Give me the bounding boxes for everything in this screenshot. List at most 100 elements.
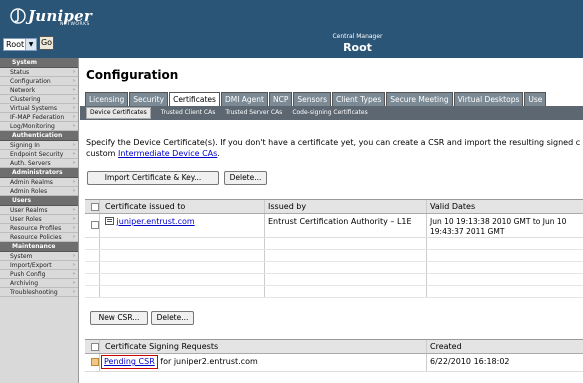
select-all-checkbox[interactable] <box>91 203 99 211</box>
sidebar-item-label: Archiving <box>10 280 39 287</box>
pending-csr-link[interactable]: Pending CSR <box>104 357 155 366</box>
tab-dmi-agent[interactable]: DMI Agent <box>220 92 268 106</box>
chevron-right-icon: › <box>73 216 75 222</box>
sidebar-item-label: Status <box>10 69 30 76</box>
sidebar-item-resource-policies[interactable]: Resource Policies › <box>0 233 78 242</box>
chevron-right-icon: › <box>73 280 75 286</box>
sidebar-section-users: Users <box>0 196 78 206</box>
sidebar-item-signing-in[interactable]: Signing In › <box>0 141 78 150</box>
sidebar-item-configuration[interactable]: Configuration › <box>0 77 78 86</box>
sidebar-item-admin-roles[interactable]: Admin Roles › <box>0 187 78 196</box>
pending-csr-text: for juniper2.entrust.com <box>157 357 258 366</box>
tab-security[interactable]: Security <box>129 92 169 106</box>
subtab-bar: Device Certificates Trusted Client CAs Tru… <box>80 106 583 120</box>
sidebar-section-system: System <box>0 58 78 68</box>
sidebar-item-label: User Roles <box>10 216 42 223</box>
sidebar-item-label: Push Config <box>10 271 46 278</box>
sidebar-item-archiving[interactable]: Archiving › <box>0 279 78 288</box>
juniper-logo-icon <box>10 8 26 24</box>
sidebar-item-label: Configuration <box>10 78 51 85</box>
device-certificates-table: Certificate issued to Issued by Valid Da… <box>85 199 583 304</box>
tab-certificates[interactable]: Certificates <box>169 92 220 106</box>
delete-csr-button[interactable]: Delete... <box>151 311 194 325</box>
chevron-right-icon: › <box>73 188 75 194</box>
sidebar-item-status[interactable]: Status › <box>0 68 78 77</box>
subtab-trusted-client-cas[interactable]: Trusted Client CAs <box>161 106 216 120</box>
tab-licensing[interactable]: Licensing <box>85 92 129 106</box>
sidebar-item-auth-servers[interactable]: Auth. Servers › <box>0 159 78 168</box>
sidebar: System Status › Configuration › Network › Clust… <box>0 58 79 383</box>
subtab-code-signing-certificates[interactable]: Code-signing Certificates <box>292 106 367 120</box>
issued-by-cell: Entrust Certification Authority – L1E <box>268 217 412 226</box>
sidebar-item-user-roles[interactable]: User Roles › <box>0 215 78 224</box>
chevron-right-icon: › <box>73 234 75 240</box>
sidebar-item-push-config[interactable]: Push Config › <box>0 270 78 279</box>
page-description: Specify the Device Certificate(s). If yo… <box>86 137 583 159</box>
table-header: Certificate issued to Issued by Valid Da… <box>85 200 583 214</box>
empty-row <box>85 274 583 286</box>
sidebar-section-maintenance: Maintenance <box>0 242 78 252</box>
import-certificate-button[interactable]: Import Certificate & Key... <box>87 171 219 185</box>
chevron-right-icon: › <box>73 271 75 277</box>
chevron-down-icon: ▼ <box>25 39 36 50</box>
chevron-right-icon: › <box>73 207 75 213</box>
row-checkbox[interactable] <box>91 358 99 366</box>
juniper-logo: Juniper NETWORKS <box>6 5 92 27</box>
sidebar-item-label: System <box>10 253 33 260</box>
sidebar-section-authentication: Authentication <box>0 131 78 141</box>
logo-subtext: NETWORKS <box>60 22 90 27</box>
tab-client-types[interactable]: Client Types <box>332 92 386 106</box>
row-checkbox[interactable] <box>91 221 99 229</box>
sidebar-item-virtual-systems[interactable]: Virtual Systems › <box>0 104 78 113</box>
intermediate-device-cas-link[interactable]: Intermediate Device CAs <box>118 149 217 158</box>
sidebar-item-admin-realms[interactable]: Admin Realms › <box>0 178 78 187</box>
pending-csr-highlight: Pending CSR <box>101 355 158 369</box>
central-manager-label: Central Manager <box>332 33 383 40</box>
root-select[interactable]: Root ▼ <box>3 38 37 51</box>
sidebar-item-log-monitoring[interactable]: Log/Monitoring › <box>0 122 78 131</box>
sidebar-item-import-export[interactable]: Import/Export › <box>0 261 78 270</box>
csr-table: Certificate Signing Requests Created Pen… <box>85 339 583 383</box>
go-button[interactable]: Go <box>39 36 54 50</box>
certificate-link[interactable]: juniper.entrust.com <box>117 217 195 226</box>
sidebar-item-label: Signing In <box>10 142 40 149</box>
new-csr-button[interactable]: New CSR... <box>90 311 148 325</box>
page-title: Configuration <box>86 68 179 82</box>
sidebar-section-administrators: Administrators <box>0 168 78 178</box>
table-header: Certificate Signing Requests Created <box>85 340 583 354</box>
delete-certificate-button[interactable]: Delete... <box>224 171 267 185</box>
sidebar-item-troubleshooting[interactable]: Troubleshooting › <box>0 288 78 297</box>
sidebar-item-resource-profiles[interactable]: Resource Profiles › <box>0 224 78 233</box>
tab-sensors[interactable]: Sensors <box>293 92 331 106</box>
subtab-trusted-server-cas[interactable]: Trusted Server CAs <box>225 106 282 120</box>
tab-virtual-desktops[interactable]: Virtual Desktops <box>453 92 524 106</box>
sidebar-item-label: Troubleshooting <box>10 289 58 296</box>
sidebar-item-network[interactable]: Network › <box>0 86 78 95</box>
tab-use[interactable]: Use <box>524 92 547 106</box>
sidebar-item-if-map-federation[interactable]: IF-MAP Federation › <box>0 113 78 122</box>
chevron-right-icon: › <box>73 78 75 84</box>
sidebar-item-endpoint-security[interactable]: Endpoint Security › <box>0 150 78 159</box>
sidebar-item-system[interactable]: System › <box>0 252 78 261</box>
subtab-device-certificates[interactable]: Device Certificates <box>86 107 151 119</box>
chevron-right-icon: › <box>73 123 75 129</box>
tab-secure-meeting[interactable]: Secure Meeting <box>386 92 453 106</box>
column-header-issued-by: Issued by <box>268 202 307 211</box>
main-content: Configuration Licensing Security Certifica… <box>80 58 583 383</box>
sidebar-item-label: Virtual Systems <box>10 105 58 112</box>
app-header: Juniper NETWORKS Root ▼ Go Central Manag… <box>0 0 583 58</box>
chevron-right-icon: › <box>73 179 75 185</box>
sidebar-item-clustering[interactable]: Clustering › <box>0 95 78 104</box>
column-header-created: Created <box>430 342 462 351</box>
sidebar-item-label: Endpoint Security <box>10 151 64 158</box>
select-all-checkbox[interactable] <box>91 343 99 351</box>
column-header-issued-to: Certificate issued to <box>105 202 186 211</box>
chevron-right-icon: › <box>73 69 75 75</box>
table-row: Pending CSR for juniper2.entrust.com 6/2… <box>85 354 583 372</box>
chevron-right-icon: › <box>73 253 75 259</box>
sidebar-item-label: Import/Export <box>10 262 52 269</box>
sidebar-item-label: Admin Roles <box>10 188 48 195</box>
sidebar-item-user-realms[interactable]: User Realms › <box>0 206 78 215</box>
tab-ncp[interactable]: NCP <box>269 92 293 106</box>
chevron-right-icon: › <box>73 114 75 120</box>
